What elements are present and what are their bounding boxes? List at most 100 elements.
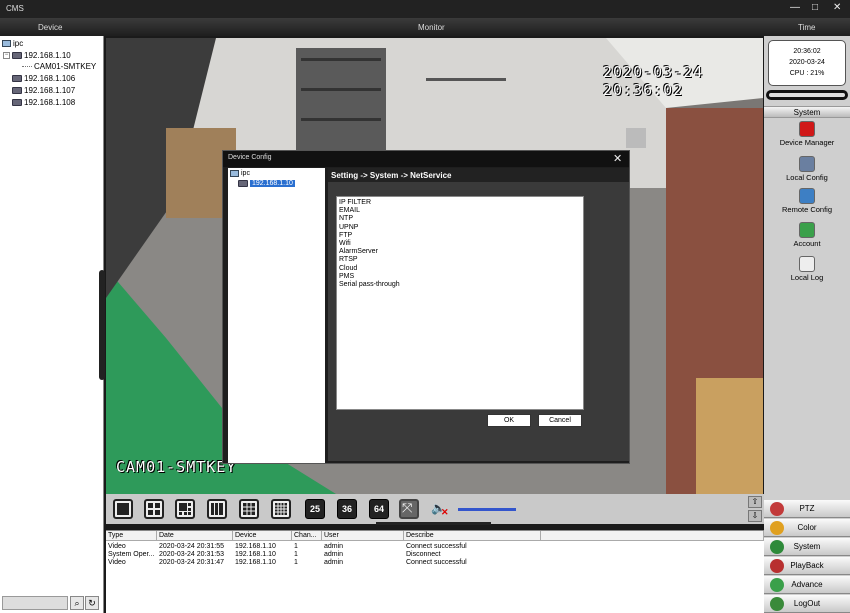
- log-column-header[interactable]: Date: [157, 531, 233, 541]
- fullscreen-button[interactable]: ⤧: [399, 499, 419, 519]
- device-panel: ipc − 192.168.1.10 CAM01-SMTKEY 192.168.…: [0, 36, 104, 613]
- device-search-input[interactable]: [2, 596, 68, 610]
- split-64-button[interactable]: 64: [369, 499, 389, 519]
- nav-button-color[interactable]: Color: [764, 519, 850, 537]
- log-column-header[interactable]: Device: [233, 531, 292, 541]
- split-8-button[interactable]: [207, 499, 227, 519]
- breadcrumb: Setting -> System -> NetService: [328, 168, 629, 182]
- tree-item-cam01[interactable]: CAM01-SMTKEY: [22, 62, 96, 71]
- netservice-item[interactable]: AlarmServer: [339, 248, 581, 256]
- netservice-item[interactable]: PMS: [339, 273, 581, 281]
- title-bar: CMS — □ ✕: [0, 0, 850, 18]
- log-cell: admin: [324, 559, 344, 566]
- mute-x-icon: ✕: [441, 507, 449, 517]
- nav-button-system[interactable]: System: [764, 538, 850, 556]
- system-icon: [770, 540, 784, 554]
- netservice-item[interactable]: Wifi: [339, 240, 581, 248]
- split-16-button[interactable]: [271, 499, 291, 519]
- nav-button-playback[interactable]: PlayBack: [764, 557, 850, 575]
- tree-item-label: 192.168.1.107: [24, 86, 76, 95]
- tree-connector: [22, 66, 32, 67]
- splitbar-divider: [376, 522, 491, 525]
- dialog-tree-root[interactable]: ipc: [230, 170, 250, 177]
- netservice-item[interactable]: Cloud: [339, 265, 581, 273]
- netservice-item[interactable]: Serial pass-through: [339, 281, 581, 289]
- netservice-item[interactable]: EMAIL: [339, 207, 581, 215]
- scroll-up-icon[interactable]: ⇧: [748, 496, 762, 508]
- system-button-device-manager[interactable]: Device Manager: [764, 121, 850, 147]
- right-panel: 20:36:02 2020-03-24 CPU : 21% System Dev…: [764, 36, 850, 613]
- collapse-icon[interactable]: −: [3, 52, 10, 59]
- system-button-local-log[interactable]: Local Log: [764, 256, 850, 282]
- volume-slider[interactable]: [458, 508, 516, 511]
- nav-button-advance[interactable]: Advance: [764, 576, 850, 594]
- minimize-icon[interactable]: —: [790, 2, 800, 13]
- log-column-header[interactable]: Type: [106, 531, 157, 541]
- system-button-remote-config[interactable]: Remote Config: [764, 188, 850, 214]
- split-1-button[interactable]: [113, 499, 133, 519]
- log-cell: 1: [294, 559, 298, 566]
- netservice-item[interactable]: UPNP: [339, 224, 581, 232]
- nav-button-ptz[interactable]: PTZ: [764, 500, 850, 518]
- advance-icon: [770, 578, 784, 592]
- system-button-account[interactable]: Account: [764, 222, 850, 248]
- computer-icon: [2, 40, 11, 47]
- search-icon[interactable]: ⌕: [70, 596, 84, 610]
- ok-button[interactable]: OK: [487, 414, 531, 427]
- dvr-icon: [12, 75, 22, 82]
- tree-item-192-168-1-108[interactable]: 192.168.1.108: [12, 98, 75, 107]
- local-config-icon: [799, 156, 815, 172]
- playback-icon: [770, 559, 784, 573]
- clock-box: 20:36:02 2020-03-24 CPU : 21%: [768, 40, 846, 86]
- log-column-header[interactable]: User: [322, 531, 404, 541]
- dvr-icon: [12, 99, 22, 106]
- mute-button[interactable]: 🔈 ✕: [431, 501, 451, 517]
- split-4-button[interactable]: [144, 499, 164, 519]
- fullscreen-icon: ⤧: [402, 500, 413, 515]
- account-icon: [799, 222, 815, 238]
- log-table: Type Date Device Chan... User Describe Video 2…: [106, 530, 764, 613]
- netservice-item[interactable]: IP FILTER: [339, 199, 581, 207]
- color-icon: [770, 521, 784, 535]
- dialog-tree-item-label: 192.168.1.10: [250, 180, 295, 187]
- close-icon[interactable]: ✕: [833, 2, 841, 13]
- tree-item-label: CAM01-SMTKEY: [34, 62, 97, 71]
- refresh-icon[interactable]: ↻: [85, 596, 99, 610]
- split-36-button[interactable]: 36: [337, 499, 357, 519]
- dialog-tree-item[interactable]: 192.168.1.10: [238, 180, 295, 187]
- system-button-local-config[interactable]: Local Config: [764, 156, 850, 182]
- dialog-title-bar[interactable]: Device Config ✕: [223, 151, 629, 167]
- log-cell: Video: [108, 559, 126, 566]
- dialog-close-icon[interactable]: ✕: [613, 152, 622, 165]
- system-button-label: Local Config: [786, 173, 828, 182]
- computer-icon: [230, 170, 239, 177]
- local-log-icon: [799, 256, 815, 272]
- netservice-item[interactable]: NTP: [339, 215, 581, 223]
- netservice-list[interactable]: IP FILTER EMAIL NTP UPNP FTP Wifi AlarmServer R…: [336, 196, 584, 410]
- dialog-content: Setting -> System -> NetService IP FILTE…: [328, 168, 629, 461]
- split-25-button[interactable]: 25: [305, 499, 325, 519]
- maximize-icon[interactable]: □: [812, 2, 818, 13]
- tree-item-192-168-1-10[interactable]: − 192.168.1.10: [3, 51, 71, 60]
- log-row[interactable]: Video 2020-03-24 20:31:47 192.168.1.10 1 adm…: [106, 558, 764, 567]
- panel-collapse-handle[interactable]: [99, 270, 105, 380]
- nav-button-label: PTZ: [799, 504, 815, 513]
- netservice-item[interactable]: FTP: [339, 232, 581, 240]
- scroll-down-icon[interactable]: ⇩: [748, 510, 762, 522]
- tree-item-192-168-1-106[interactable]: 192.168.1.106: [12, 74, 75, 83]
- split-6-button[interactable]: [175, 499, 195, 519]
- tree-root-label: ipc: [13, 39, 24, 48]
- dialog-title: Device Config: [228, 154, 272, 161]
- nav-button-logout[interactable]: LogOut: [764, 595, 850, 613]
- tree-item-192-168-1-107[interactable]: 192.168.1.107: [12, 86, 75, 95]
- ptz-icon: [770, 502, 784, 516]
- nav-button-label: Advance: [791, 580, 823, 589]
- log-column-header[interactable]: Describe: [404, 531, 541, 541]
- cancel-button[interactable]: Cancel: [538, 414, 582, 427]
- tree-root[interactable]: ipc: [2, 39, 23, 48]
- split-9-button[interactable]: [239, 499, 259, 519]
- dialog-tree-root-label: ipc: [241, 170, 250, 177]
- netservice-item[interactable]: RTSP: [339, 256, 581, 264]
- log-column-header[interactable]: Chan...: [292, 531, 322, 541]
- log-cell: 192.168.1.10: [235, 559, 276, 566]
